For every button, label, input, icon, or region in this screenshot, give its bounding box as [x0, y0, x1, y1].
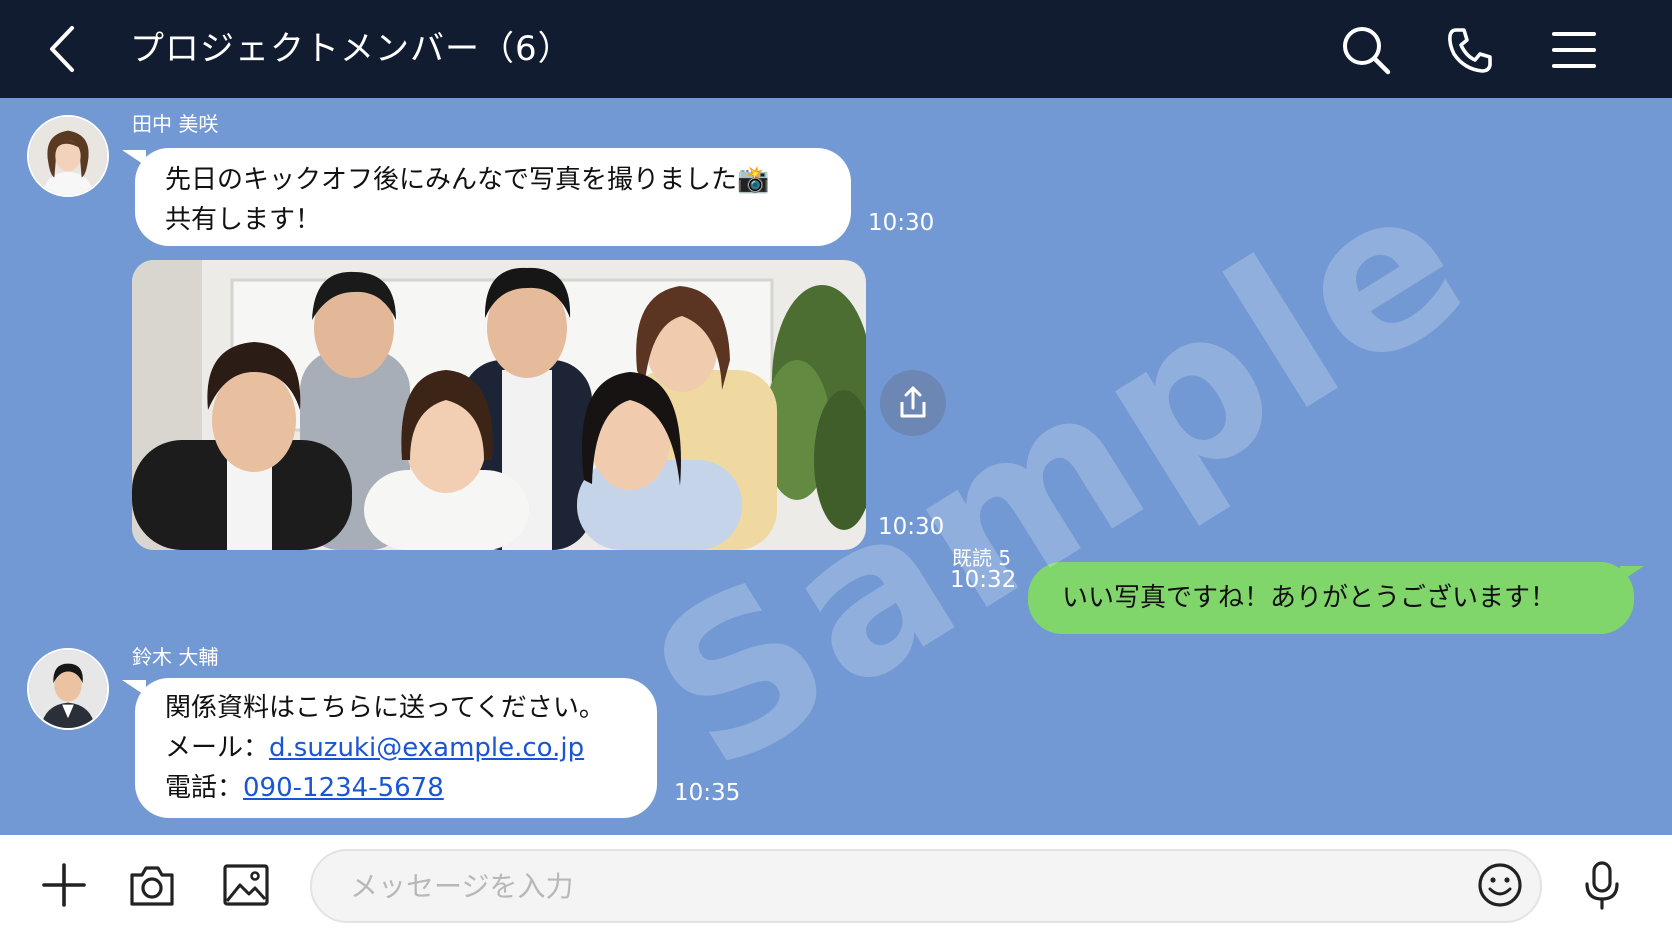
outgoing-message-bubble[interactable]: いい写真ですね！ありがとうございます！ — [1028, 562, 1634, 634]
shared-photo[interactable] — [132, 260, 866, 550]
image-icon — [223, 864, 269, 906]
camera-button[interactable] — [124, 857, 180, 913]
phone-link[interactable]: 090-1234-5678 — [243, 773, 444, 803]
chat-area[interactable]: 田中 美咲 先日のキックオフ後にみんなで写真を撮りました📸 共有します！ 10:… — [0, 98, 1672, 835]
bubble-tail — [1620, 566, 1644, 582]
message-time: 10:32 — [950, 567, 1017, 593]
plus-icon — [42, 863, 86, 907]
voice-button[interactable] — [1574, 857, 1630, 913]
message-time: 10:35 — [674, 780, 741, 806]
chat-title: プロジェクトメンバー（6） — [130, 29, 573, 69]
message-time: 10:30 — [868, 210, 935, 236]
camera-icon — [130, 866, 174, 906]
search-button[interactable] — [1338, 22, 1394, 78]
email-link[interactable]: d.suzuki@example.co.jp — [269, 733, 584, 763]
share-button[interactable] — [880, 370, 946, 436]
call-button[interactable] — [1442, 22, 1498, 78]
message-bubble[interactable]: 先日のキックオフ後にみんなで写真を撮りました📸 共有します！ — [135, 148, 851, 246]
man-avatar-icon — [29, 650, 107, 728]
message-input[interactable] — [310, 849, 1542, 923]
group-photo-image — [132, 260, 866, 550]
message-time: 10:30 — [878, 514, 945, 540]
phone-icon — [1448, 28, 1492, 73]
search-icon — [1343, 27, 1391, 75]
message-text: 共有します！ — [165, 205, 322, 235]
image-button[interactable] — [218, 857, 274, 913]
microphone-icon — [1585, 861, 1619, 910]
menu-button[interactable] — [1546, 22, 1602, 78]
woman-avatar-icon — [29, 117, 107, 195]
composer-bar — [0, 835, 1672, 941]
menu-icon — [1552, 32, 1596, 68]
avatar-tanaka[interactable] — [27, 115, 109, 197]
sender-name: 鈴木 大輔 — [132, 645, 219, 669]
chat-header: プロジェクトメンバー（6） — [0, 0, 1672, 98]
message-text: 関係資料はこちらに送ってください。 — [165, 693, 605, 723]
message-bubble[interactable]: 関係資料はこちらに送ってください。 メール：d.suzuki@example.c… — [135, 678, 657, 818]
back-button[interactable] — [38, 22, 88, 76]
emoji-icon — [1478, 863, 1522, 907]
sender-name: 田中 美咲 — [132, 112, 219, 136]
message-text: 先日のキックオフ後にみんなで写真を撮りました📸 — [165, 165, 770, 195]
add-button[interactable] — [36, 857, 92, 913]
email-label: メール： — [165, 733, 270, 763]
chevron-left-icon — [50, 26, 74, 72]
message-text: いい写真ですね！ありがとうございます！ — [1062, 583, 1557, 613]
phone-label: 電話： — [165, 773, 244, 803]
share-icon — [900, 386, 926, 418]
emoji-button[interactable] — [1472, 857, 1528, 913]
avatar-suzuki[interactable] — [27, 648, 109, 730]
